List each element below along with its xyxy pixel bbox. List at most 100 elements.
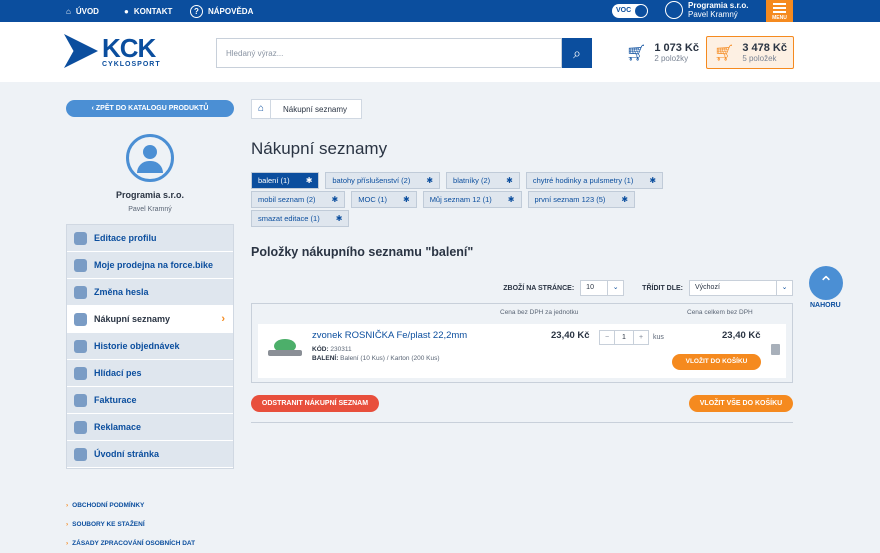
gear-icon[interactable]: ✱ — [506, 173, 513, 188]
profile-person: Pavel Kramný — [128, 206, 172, 213]
list-chip[interactable]: první seznam 123 (5) ✱ — [527, 191, 636, 208]
list-chip[interactable]: balení (1) ✱ — [251, 172, 320, 189]
home-icon[interactable]: ⌂ — [251, 99, 271, 119]
logo-subtext: CYKLOSPORT — [102, 60, 161, 68]
back-label: ZPĚT DO KATALOGU PRODUKTŮ — [95, 105, 209, 112]
quantity-input[interactable]: 1 — [615, 330, 633, 345]
link-terms[interactable]: › OBCHODNÍ PODMÍNKY — [66, 496, 234, 515]
add-to-cart-button[interactable]: VLOŽIT DO KOŠÍKU — [672, 354, 761, 370]
product-pack: Balení (10 Kus) / Karton (200 Kus) — [340, 355, 440, 362]
nav-help[interactable]: ? NÁPOVĚDA — [190, 0, 253, 22]
user-icon — [74, 231, 87, 245]
link-label: OBCHODNÍ PODMÍNKY — [72, 502, 145, 509]
link-label: ZÁSADY ZPRACOVÁNÍ OSOBNÍCH DAT — [72, 540, 196, 547]
gear-icon[interactable]: ✱ — [403, 192, 410, 207]
sort-value: Výchozí — [695, 284, 720, 291]
quantity-stepper: − 1 + kus — [599, 330, 664, 345]
scroll-up-label: NAHORU — [810, 302, 841, 309]
location-icon — [74, 258, 87, 272]
breadcrumb-item[interactable]: Nákupní seznamy — [271, 99, 363, 119]
menu-label: MENU — [772, 15, 787, 21]
gear-icon[interactable]: ✱ — [426, 173, 433, 188]
link-downloads[interactable]: › SOUBORY KE STAŽENÍ — [66, 515, 234, 534]
sidebar-item-home[interactable]: Úvodní stránka — [67, 441, 233, 468]
hamburger-icon — [773, 3, 786, 5]
nav-contact-label: KONTAKT — [133, 6, 173, 16]
search-input[interactable]: Hledaný výraz... — [216, 38, 562, 68]
gear-icon[interactable]: ✱ — [508, 192, 515, 207]
list-controls: ZBOŽÍ NA STRÁNCE: 10 ⌄ TŘÍDIT DLE: Výchoz… — [503, 280, 793, 296]
sidebar-item-password[interactable]: Změna hesla — [67, 279, 233, 306]
user-menu[interactable]: Programia s.r.o. Pavel Kramný — [665, 1, 748, 19]
nav-home[interactable]: ⌂ ÚVOD — [66, 0, 99, 22]
voc-toggle[interactable]: VOC — [612, 4, 648, 18]
sidebar: ‹ ZPĚT DO KATALOGU PRODUKTŮ Programia s.… — [66, 100, 234, 553]
header: KCK CYKLOSPORT Hledaný výraz... ⌕ 🛒︎ 1 073… — [0, 22, 880, 82]
search-icon: ⌕ — [573, 45, 581, 61]
add-all-to-cart-button[interactable]: VLOŽIT VŠE DO KOŠÍKU — [689, 395, 793, 412]
list-chip[interactable]: smazat editace (1) ✱ — [251, 210, 350, 227]
back-to-catalog-button[interactable]: ‹ ZPĚT DO KATALOGU PRODUKTŮ — [66, 100, 234, 117]
chevron-up-icon: ⌃ — [818, 273, 834, 293]
cart-small[interactable]: 🛒︎ 1 073 Kč 2 položky — [626, 42, 699, 63]
sidebar-item-label: Nákupní seznamy — [94, 314, 171, 324]
gear-icon[interactable]: ✱ — [621, 192, 628, 207]
logo[interactable]: KCK CYKLOSPORT — [64, 34, 161, 68]
gear-icon[interactable]: ✱ — [649, 173, 656, 188]
gear-icon[interactable]: ✱ — [306, 173, 313, 188]
sidebar-item-invoices[interactable]: Fakturace — [67, 387, 233, 414]
top-bar: ⌂ ÚVOD ● KONTAKT ? NÁPOVĚDA VOC Programia s… — [0, 0, 880, 22]
list-chip[interactable]: batohy příslušenství (2) ✱ — [325, 172, 441, 189]
scroll-up-button[interactable]: ⌃ — [809, 266, 843, 300]
chip-label: blatníky (2) — [453, 176, 491, 185]
toggle-knob — [635, 5, 647, 17]
sidebar-item-label: Historie objednávek — [94, 341, 180, 351]
increment-button[interactable]: + — [633, 330, 649, 345]
sidebar-item-claims[interactable]: Reklamace — [67, 414, 233, 441]
sidebar-item-watchdog[interactable]: Hlídací pes — [67, 360, 233, 387]
chip-label: balení (1) — [258, 176, 290, 185]
trash-icon[interactable] — [771, 344, 780, 355]
col-total-price: Cena celkem bez DPH — [687, 309, 753, 316]
sidebar-item-profile[interactable]: Editace profilu — [67, 225, 233, 252]
gear-icon[interactable]: ✱ — [336, 211, 343, 226]
decrement-button[interactable]: − — [599, 330, 615, 345]
sidebar-item-shopping-lists[interactable]: Nákupní seznamy › — [67, 306, 233, 333]
product-image[interactable] — [268, 336, 302, 360]
sidebar-item-store[interactable]: Moje prodejna na force.bike — [67, 252, 233, 279]
sidebar-item-orders[interactable]: Historie objednávek — [67, 333, 233, 360]
items-list: Cena bez DPH za jednotku Cena celkem bez… — [251, 303, 793, 383]
chip-label: Můj seznam 12 (1) — [429, 195, 492, 204]
gear-icon — [74, 447, 87, 461]
list-icon — [74, 312, 87, 326]
sidebar-item-label: Moje prodejna na force.bike — [94, 260, 214, 270]
profile-avatar-icon — [126, 134, 174, 182]
list-chip[interactable]: MOC (1) ✱ — [351, 191, 417, 208]
avatar-icon — [665, 1, 683, 19]
chevron-right-icon: › — [66, 502, 69, 509]
product-name[interactable]: zvonek ROSNIČKA Fe/plast 22,2mm — [312, 330, 467, 341]
list-chip[interactable]: Můj seznam 12 (1) ✱ — [422, 191, 522, 208]
link-privacy[interactable]: › ZÁSADY ZPRACOVÁNÍ OSOBNÍCH DAT — [66, 534, 234, 553]
nav-contact[interactable]: ● KONTAKT — [124, 0, 172, 22]
chip-label: MOC (1) — [358, 195, 387, 204]
list-chip[interactable]: mobil seznam (2) ✱ — [251, 191, 346, 208]
sidebar-item-label: Fakturace — [94, 395, 137, 405]
lock-icon — [74, 285, 87, 299]
per-page-select[interactable]: 10 ⌄ — [580, 280, 625, 296]
eye-icon — [74, 366, 87, 380]
per-page-label: ZBOŽÍ NA STRÁNCE: — [503, 284, 575, 292]
sort-select[interactable]: Výchozí ⌄ — [689, 280, 793, 296]
quantity-unit: kus — [653, 334, 664, 341]
chip-label: smazat editace (1) — [258, 214, 320, 223]
gear-icon[interactable]: ✱ — [332, 192, 339, 207]
per-page-value: 10 — [586, 284, 594, 291]
list-chip[interactable]: chytré hodinky a pulsmetry (1) ✱ — [525, 172, 664, 189]
list-chip[interactable]: blatníky (2) ✱ — [446, 172, 520, 189]
pack-label: BALENÍ: — [312, 355, 339, 362]
product-code: 230311 — [330, 346, 352, 353]
menu-button[interactable]: MENU — [766, 0, 793, 22]
sidebar-item-label: Úvodní stránka — [94, 449, 160, 459]
search-button[interactable]: ⌕ — [562, 38, 592, 68]
remove-list-button[interactable]: ODSTRANIT NÁKUPNÍ SEZNAM — [251, 395, 379, 412]
